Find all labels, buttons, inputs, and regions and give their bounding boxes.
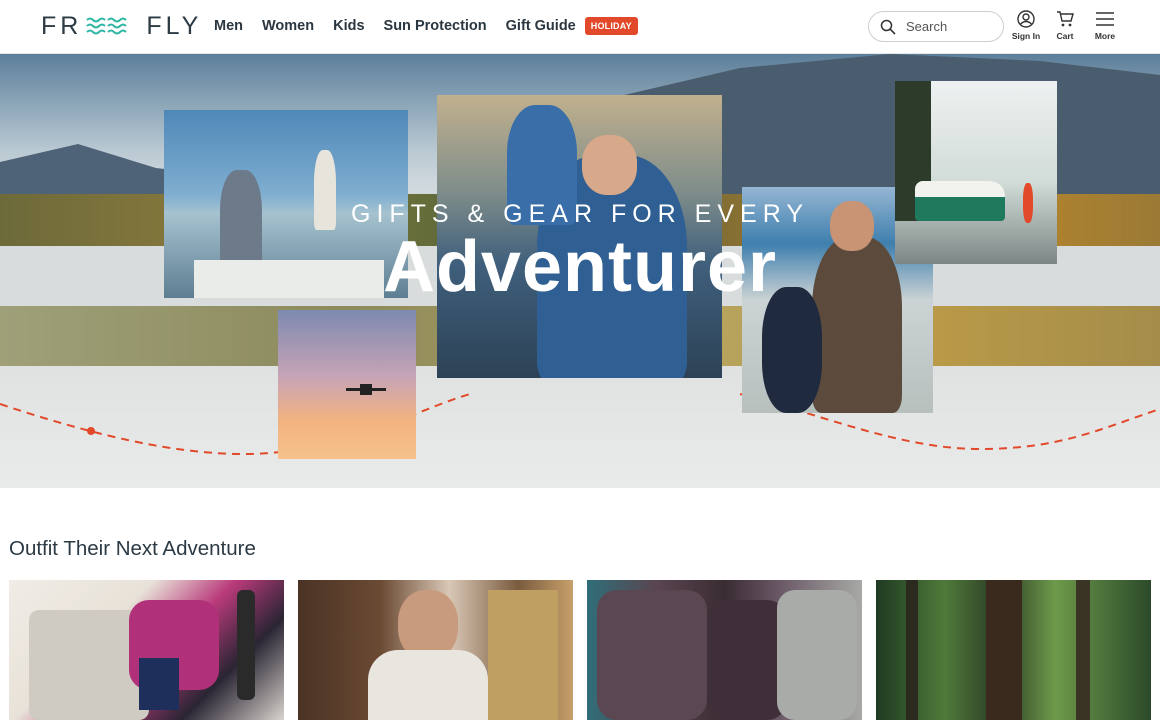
hero-banner[interactable]: GIFTS & GEAR FOR EVERY Adventurer xyxy=(0,54,1160,488)
hero-headline: Adventurer xyxy=(382,227,778,307)
hero-photo-seaplane-sunset xyxy=(278,310,416,459)
product-card-travel[interactable] xyxy=(9,580,284,720)
hero-kicker: GIFTS & GEAR FOR EVERY xyxy=(351,200,809,228)
nav-women[interactable]: Women xyxy=(262,18,314,34)
holiday-badge: HOLIDAY xyxy=(584,17,638,35)
product-card-layers[interactable] xyxy=(587,580,862,720)
search-placeholder: Search xyxy=(906,19,948,34)
nav-sun-protection[interactable]: Sun Protection xyxy=(384,18,487,34)
cart-icon xyxy=(1057,11,1074,27)
cart-button[interactable]: Cart xyxy=(1048,10,1082,41)
section-title: Outfit Their Next Adventure xyxy=(9,537,256,560)
waves-icon xyxy=(86,15,128,37)
nav-kids[interactable]: Kids xyxy=(333,18,364,34)
search-icon xyxy=(880,19,896,35)
main-nav: Men Women Kids Sun Protection Gift Guide… xyxy=(214,17,638,35)
logo-text-left: FR xyxy=(41,11,83,40)
nav-gift-guide[interactable]: Gift Guide xyxy=(506,18,576,34)
menu-icon xyxy=(1096,12,1114,26)
nav-men[interactable]: Men xyxy=(214,18,243,34)
logo-text-right: FLY xyxy=(146,11,203,40)
product-card-forest[interactable] xyxy=(876,580,1151,720)
site-header: FR FLY Men Women Kids Sun Protection Gif… xyxy=(0,0,1160,54)
search-box[interactable]: Search xyxy=(868,11,1004,42)
sign-in-label: Sign In xyxy=(1011,31,1041,41)
more-label: More xyxy=(1094,31,1116,41)
user-icon xyxy=(1017,10,1035,28)
product-card-cabin[interactable] xyxy=(298,580,573,720)
sign-in-button[interactable]: Sign In xyxy=(1009,10,1043,41)
brand-logo[interactable]: FR FLY xyxy=(41,11,203,40)
cart-label: Cart xyxy=(1056,31,1074,41)
more-menu-button[interactable]: More xyxy=(1088,10,1122,41)
